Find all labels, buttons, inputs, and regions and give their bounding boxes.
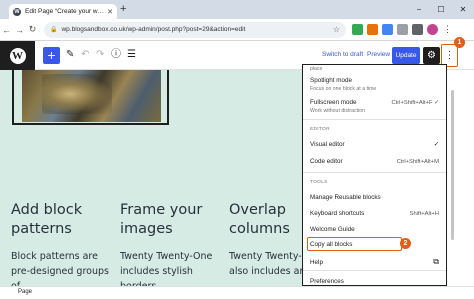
column-heading[interactable]: Add block patterns — [11, 201, 111, 239]
tools-group-label: TOOLS — [310, 180, 328, 185]
redo-icon[interactable]: ↷ — [96, 48, 104, 62]
address-bar-row: ← → ↻ 🔒 wp.blogsandbox.co.uk/wp-admin/po… — [0, 19, 474, 41]
maximize-button[interactable]: ☐ — [430, 5, 452, 14]
preview-button[interactable]: Preview — [367, 51, 390, 58]
checkmark-icon: ✓ — [434, 99, 439, 106]
block-inserter-button[interactable]: + — [43, 47, 60, 64]
wordpress-logo-button[interactable]: W — [0, 41, 35, 70]
visual-editor-item[interactable]: Visual editor ✓ — [310, 141, 439, 148]
extension-icon[interactable] — [352, 24, 363, 35]
copy-all-blocks-item[interactable]: Copy all blocks — [310, 241, 439, 248]
settings-sidebar — [446, 70, 474, 286]
fullscreen-shortcut: Ctrl+Shift+Alt+F ✓ — [391, 99, 439, 106]
checkmark-icon: ✓ — [433, 141, 439, 148]
welcome-guide-item[interactable]: Welcome Guide — [310, 226, 439, 233]
browser-tab[interactable]: W Edit Page “Create your website ✕ — [9, 4, 117, 19]
column-text[interactable]: Twenty Twenty-One includes stylish borde… — [120, 249, 220, 286]
column-text[interactable]: Twenty Twenty-One also includes an ov — [229, 249, 302, 279]
column-block[interactable]: Add block patterns Block patterns are pr… — [11, 201, 111, 286]
close-window-button[interactable]: ✕ — [452, 5, 474, 14]
preferences-item[interactable]: Preferences — [310, 278, 439, 285]
options-dropdown-menu: place Spotlight mode Focus on one block … — [302, 64, 447, 286]
column-block[interactable]: Overlap columns Twenty Twenty-One also i… — [229, 201, 302, 279]
help-item[interactable]: Help ⧉ — [310, 257, 439, 267]
wordpress-favicon-icon: W — [13, 7, 21, 16]
menu-divider — [303, 172, 446, 173]
step-callout-2: 2 — [400, 238, 411, 249]
extension-icon[interactable] — [397, 24, 408, 35]
url-text: wp.blogsandbox.co.uk/wp-admin/post.php?p… — [61, 26, 246, 33]
column-text[interactable]: Block patterns are pre-designed groups o… — [11, 249, 111, 286]
update-button[interactable]: Update — [392, 47, 420, 64]
fullscreen-mode-item[interactable]: Fullscreen mode Ctrl+Shift+Alt+F ✓ — [310, 99, 439, 106]
spotlight-mode-item[interactable]: Spotlight mode — [310, 77, 439, 84]
window-controls: − ☐ ✕ — [408, 0, 474, 19]
column-heading[interactable]: Frame your images — [120, 201, 220, 239]
code-editor-item[interactable]: Code editor Ctrl+Shift+Alt+M — [310, 158, 439, 165]
breadcrumb[interactable]: Page — [18, 289, 32, 295]
lock-icon: 🔒 — [50, 27, 58, 33]
forward-icon[interactable]: → — [13, 25, 26, 35]
settings-gear-icon[interactable]: ⚙ — [423, 47, 440, 64]
undo-icon[interactable]: ↶ — [81, 48, 89, 62]
wordpress-logo-icon: W — [9, 47, 26, 64]
extension-icon[interactable] — [367, 24, 378, 35]
reload-icon[interactable]: ↻ — [26, 24, 39, 35]
info-icon[interactable]: ⓘ — [111, 48, 121, 62]
menu-divider — [303, 270, 446, 271]
column-heading[interactable]: Overlap columns — [229, 201, 302, 239]
new-tab-button[interactable]: + — [120, 4, 126, 15]
extension-icon[interactable] — [382, 24, 393, 35]
image-block[interactable] — [12, 70, 169, 125]
editor-canvas[interactable]: Add block patterns Block patterns are pr… — [0, 70, 302, 286]
browser-tab-bar: W Edit Page “Create your website ✕ + − ☐… — [0, 0, 474, 19]
scrollbar[interactable] — [451, 90, 454, 240]
step-callout-1: 1 — [454, 37, 465, 48]
editor-group-label: EDITOR — [310, 127, 330, 132]
browser-menu-icon[interactable]: ⋮ — [443, 24, 452, 35]
close-tab-icon[interactable]: ✕ — [107, 8, 113, 16]
pencil-tools-icon[interactable]: ✎ — [66, 48, 74, 62]
bookmark-star-icon[interactable]: ☆ — [333, 25, 340, 34]
puzzle-extensions-icon[interactable] — [412, 24, 423, 35]
switch-to-draft-button[interactable]: Switch to draft — [322, 51, 363, 58]
column-block[interactable]: Frame your images Twenty Twenty-One incl… — [120, 201, 220, 286]
url-bar[interactable]: 🔒 wp.blogsandbox.co.uk/wp-admin/post.php… — [44, 21, 346, 38]
back-icon[interactable]: ← — [0, 25, 13, 35]
manage-reusable-blocks-item[interactable]: Manage Reusable blocks — [310, 194, 439, 201]
profile-avatar[interactable] — [427, 24, 438, 35]
keyboard-shortcuts-item[interactable]: Keyboard shortcuts Shift+Alt+H — [310, 210, 439, 217]
minimize-button[interactable]: − — [408, 5, 430, 14]
menu-divider — [303, 119, 446, 120]
list-view-icon[interactable]: ☰ — [127, 48, 136, 62]
extensions: ⋮ — [352, 24, 452, 35]
menu-partial-text: place — [310, 66, 323, 72]
editor-footer: Page — [0, 286, 474, 299]
artwork-detail — [42, 74, 112, 114]
external-link-icon: ⧉ — [433, 257, 439, 266]
tab-title: Edit Page “Create your website — [25, 8, 105, 15]
